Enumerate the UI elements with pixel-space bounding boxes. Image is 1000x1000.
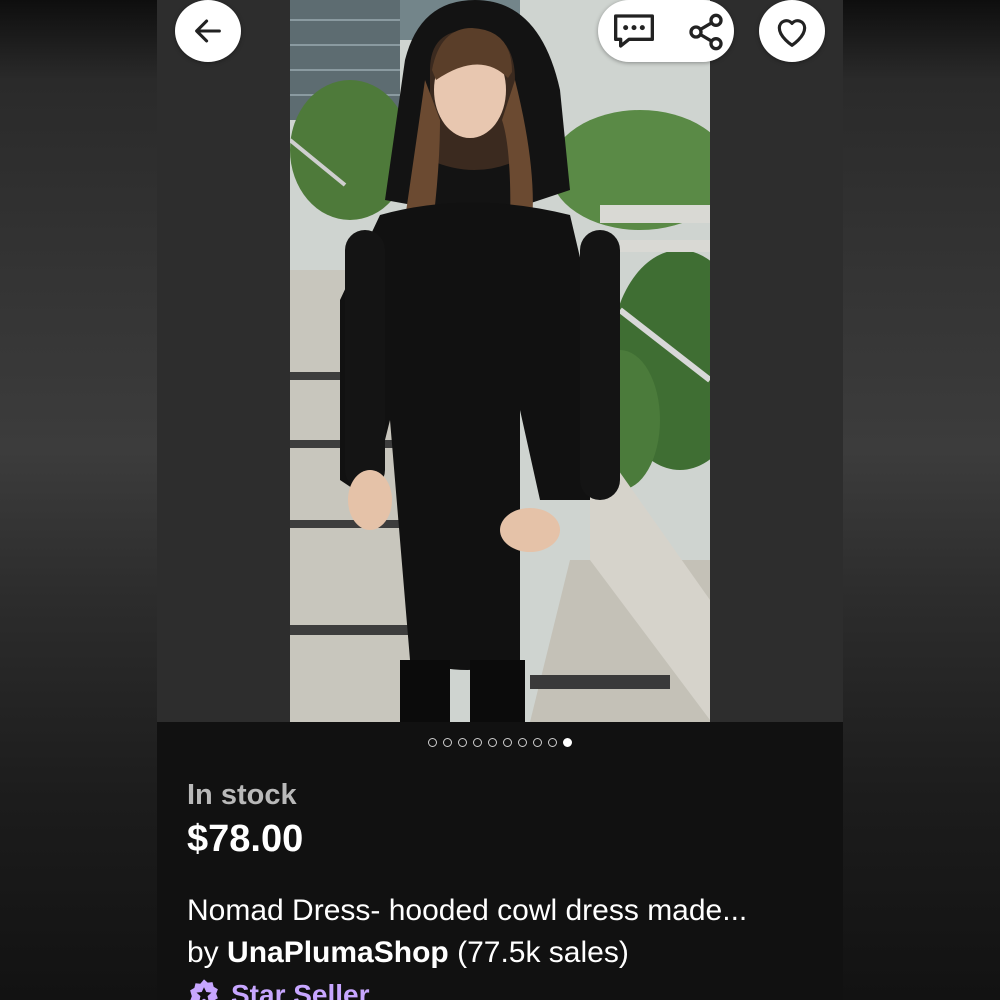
star-badge-icon bbox=[190, 979, 218, 1000]
pagination-dot[interactable] bbox=[458, 737, 467, 747]
heart-outline-icon bbox=[777, 19, 807, 47]
image-gallery[interactable] bbox=[157, 0, 843, 722]
sales-count: (77.5k sales) bbox=[457, 936, 629, 969]
pagination-dot[interactable] bbox=[548, 737, 557, 747]
product-photo[interactable] bbox=[290, 0, 710, 722]
pagination-dot[interactable] bbox=[428, 737, 437, 747]
message-share-group bbox=[598, 0, 734, 62]
listing-title[interactable]: Nomad Dress- hooded cowl dress made... bbox=[187, 891, 827, 931]
chat-ellipsis-icon[interactable] bbox=[612, 11, 656, 51]
back-button[interactable] bbox=[175, 0, 241, 62]
arrow-left-icon bbox=[195, 19, 221, 43]
shop-name-link[interactable]: UnaPlumaShop bbox=[227, 936, 449, 969]
price: $78.00 bbox=[187, 818, 304, 860]
listing-page: In stock $78.00 Nomad Dress- hooded cowl… bbox=[157, 0, 843, 1000]
favorite-button[interactable] bbox=[759, 0, 825, 62]
by-prefix: by bbox=[187, 936, 219, 969]
pagination-dot[interactable] bbox=[533, 737, 542, 747]
star-seller-badge[interactable]: Star Seller bbox=[187, 975, 827, 1000]
pagination-dot[interactable] bbox=[503, 737, 512, 747]
star-seller-label: Star Seller bbox=[231, 979, 370, 1000]
listing-info: In stock $78.00 Nomad Dress- hooded cowl… bbox=[187, 775, 827, 1000]
pagination-dot[interactable] bbox=[518, 737, 527, 747]
stock-status: In stock bbox=[187, 779, 297, 811]
screen: In stock $78.00 Nomad Dress- hooded cowl… bbox=[0, 0, 1000, 1000]
blurred-backdrop-right bbox=[843, 0, 1000, 1000]
blurred-backdrop-left bbox=[0, 0, 157, 1000]
gallery-pagination[interactable] bbox=[157, 734, 843, 750]
pagination-dot[interactable] bbox=[488, 737, 497, 747]
share-nodes-icon[interactable] bbox=[686, 12, 726, 52]
pagination-dot-active[interactable] bbox=[563, 737, 572, 747]
pagination-dot[interactable] bbox=[443, 737, 452, 747]
pagination-dot[interactable] bbox=[473, 737, 482, 747]
seller-byline: by UnaPlumaShop (77.5k sales) bbox=[187, 931, 827, 975]
